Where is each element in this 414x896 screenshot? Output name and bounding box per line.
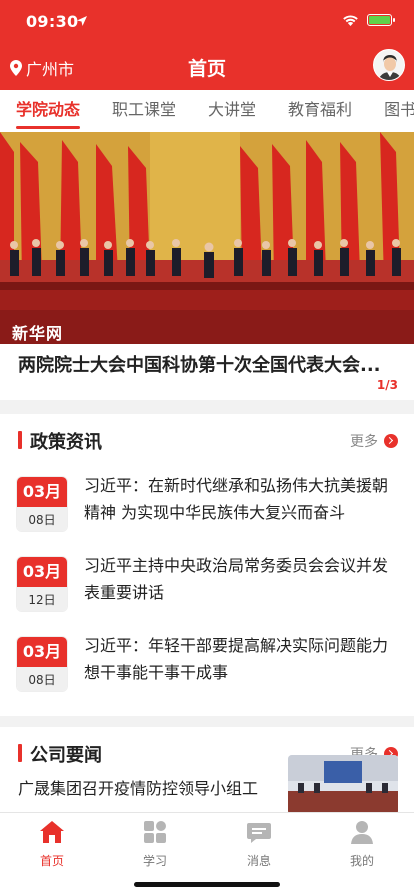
date-badge: 03月 12日 [16,556,68,612]
list-item[interactable]: 03月 08日 习近平：年轻干部要提高解决实际问题能力 想干事能干事干成事 [0,632,414,702]
date-badge: 03月 08日 [16,636,68,692]
banner-image[interactable]: 新华网 [0,132,414,344]
nav-profile[interactable]: 我的 [332,819,392,869]
status-icons [342,14,395,26]
wifi-icon [343,15,358,26]
tab-4[interactable]: 图书 [368,90,414,132]
more-label: 更多 [350,434,378,450]
section-accent-bar [18,431,22,449]
grid-icon [144,821,166,843]
section-title: 政策资讯 [30,432,102,453]
policy-more-link[interactable]: 更多 [350,431,398,451]
banner-carousel[interactable]: 新华网 两院院士大会中国科协第十次全国代表大会... 1/3 [0,132,414,400]
nav-study[interactable]: 学习 [125,819,185,869]
section-header: 政策资讯 更多 [0,414,414,464]
list-item[interactable]: 03月 08日 习近平：在新时代继承和弘扬伟大抗美援朝精神 为实现中华民族伟大复兴而… [0,472,414,542]
company-news-section: 公司要闻 更多 广晟集团召开疫情防控领导小组工 [0,727,414,817]
section-accent-bar [18,744,22,762]
location-arrow-icon [77,16,87,26]
home-icon [40,821,64,843]
nav-label: 首页 [39,854,64,868]
news-title: 习近平：在新时代继承和弘扬伟大抗美援朝精神 为实现中华民族伟大复兴而奋斗 [84,476,389,522]
list-item[interactable]: 03月 12日 习近平主持中央政治局常务委员会会议并发表重要讲话 [0,552,414,622]
company-news-title[interactable]: 广晟集团召开疫情防控领导小组工 [18,775,280,799]
message-icon [247,823,271,843]
avatar[interactable] [373,49,405,81]
category-tabs: 学院动态 职工课堂 大讲堂 教育福利 图书 [0,90,414,132]
banner-page-indicator: 1/3 [376,378,398,392]
date-day: 12日 [17,587,67,611]
tab-1[interactable]: 职工课堂 [96,90,192,132]
date-month: 03月 [17,477,67,507]
tab-3[interactable]: 教育福利 [272,90,368,132]
date-day: 08日 [17,507,67,531]
home-indicator [134,882,280,887]
banner-caption[interactable]: 两院院士大会中国科协第十次全国代表大会... [18,351,398,377]
user-icon [351,821,373,844]
status-time: 09:30 [26,12,79,31]
tab-0[interactable]: 学院动态 [0,90,96,132]
banner-watermark: 新华网 [12,324,64,343]
nav-label: 消息 [246,854,271,868]
policy-news-section: 政策资讯 更多 03月 08日 习近平：在新时代继承和弘扬伟大抗美援朝精神 为实现中… [0,414,414,716]
app-header: 09:30 广州市 首页 [0,0,414,90]
nav-label: 我的 [349,854,374,868]
date-month: 03月 [17,557,67,587]
date-day: 08日 [17,667,67,691]
date-badge: 03月 08日 [16,476,68,532]
news-title: 习近平主持中央政治局常务委员会会议并发表重要讲话 [84,556,389,602]
section-title: 公司要闻 [30,745,102,766]
news-title: 习近平：年轻干部要提高解决实际问题能力 想干事能干事干成事 [84,636,389,682]
battery-icon [367,14,395,26]
date-month: 03月 [17,637,67,667]
page-title: 首页 [187,58,226,80]
nav-messages[interactable]: 消息 [229,819,289,869]
nav-label: 学习 [142,854,167,868]
company-news-thumbnail[interactable] [288,755,398,815]
status-bar: 09:30 [0,0,414,44]
tab-2[interactable]: 大讲堂 [192,90,272,132]
chevron-right-icon [384,434,398,448]
nav-home[interactable]: 首页 [22,819,82,869]
